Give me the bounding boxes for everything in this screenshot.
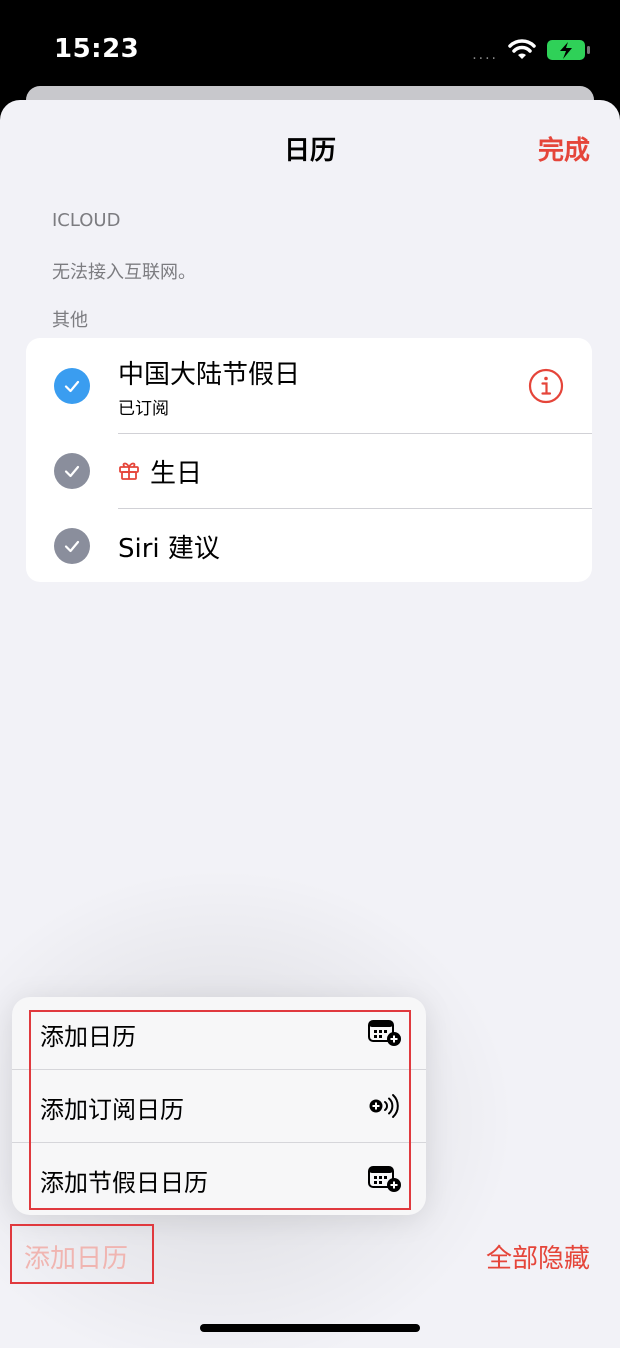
section-header-other: 其他: [52, 310, 88, 331]
calendar-subtitle: 已订阅: [118, 399, 169, 419]
wifi-icon: [508, 39, 536, 65]
calendar-row-holidays[interactable]: 中国大陆节假日 已订阅: [26, 338, 592, 434]
add-calendar-button[interactable]: 添加日历: [24, 1238, 128, 1275]
section-header-icloud: ICLOUD: [52, 210, 121, 231]
subscribe-add-icon: [369, 1094, 399, 1118]
menu-item-add-calendar[interactable]: 添加日历: [12, 997, 426, 1069]
calendars-sheet: 日历 完成 ICLOUD 无法接入互联网。 其他 中国大陆节假日 已订阅 生日 …: [0, 100, 620, 1348]
menu-item-label: 添加日历: [40, 1023, 136, 1051]
calendar-title: Siri 建议: [118, 534, 220, 564]
info-icon[interactable]: [528, 368, 564, 404]
icloud-offline-note: 无法接入互联网。: [52, 262, 196, 283]
battery-icon: [546, 38, 592, 66]
status-time: 15:23: [54, 34, 140, 64]
calendar-title: 中国大陆节假日: [118, 360, 301, 390]
calendar-title: 生日: [150, 459, 203, 489]
status-icons: ....: [472, 38, 592, 66]
checkmark-icon[interactable]: [54, 368, 90, 404]
menu-item-label: 添加节假日日历: [40, 1169, 208, 1197]
calendar-list: 中国大陆节假日 已订阅 生日 Siri 建议: [26, 338, 592, 582]
done-button[interactable]: 完成: [538, 130, 590, 167]
gift-icon: [119, 462, 139, 480]
menu-item-add-subscribed-calendar[interactable]: 添加订阅日历: [12, 1070, 426, 1142]
home-indicator: [200, 1324, 420, 1332]
menu-item-add-holiday-calendar[interactable]: 添加节假日日历: [12, 1143, 426, 1215]
menu-item-label: 添加订阅日历: [40, 1096, 184, 1124]
status-bar: 15:23 ....: [0, 0, 620, 100]
checkmark-icon[interactable]: [54, 453, 90, 489]
calendar-add-icon: [368, 1166, 401, 1192]
add-calendar-menu: 添加日历 添加订阅日历 添加节假日日历: [12, 997, 426, 1215]
calendar-row-birthdays[interactable]: 生日: [26, 434, 592, 508]
calendar-row-siri[interactable]: Siri 建议: [26, 509, 592, 582]
hide-all-button[interactable]: 全部隐藏: [486, 1238, 590, 1275]
calendar-add-icon: [368, 1020, 401, 1046]
checkmark-icon[interactable]: [54, 528, 90, 564]
signal-icon: ....: [472, 47, 498, 63]
page-title: 日历: [283, 136, 336, 166]
